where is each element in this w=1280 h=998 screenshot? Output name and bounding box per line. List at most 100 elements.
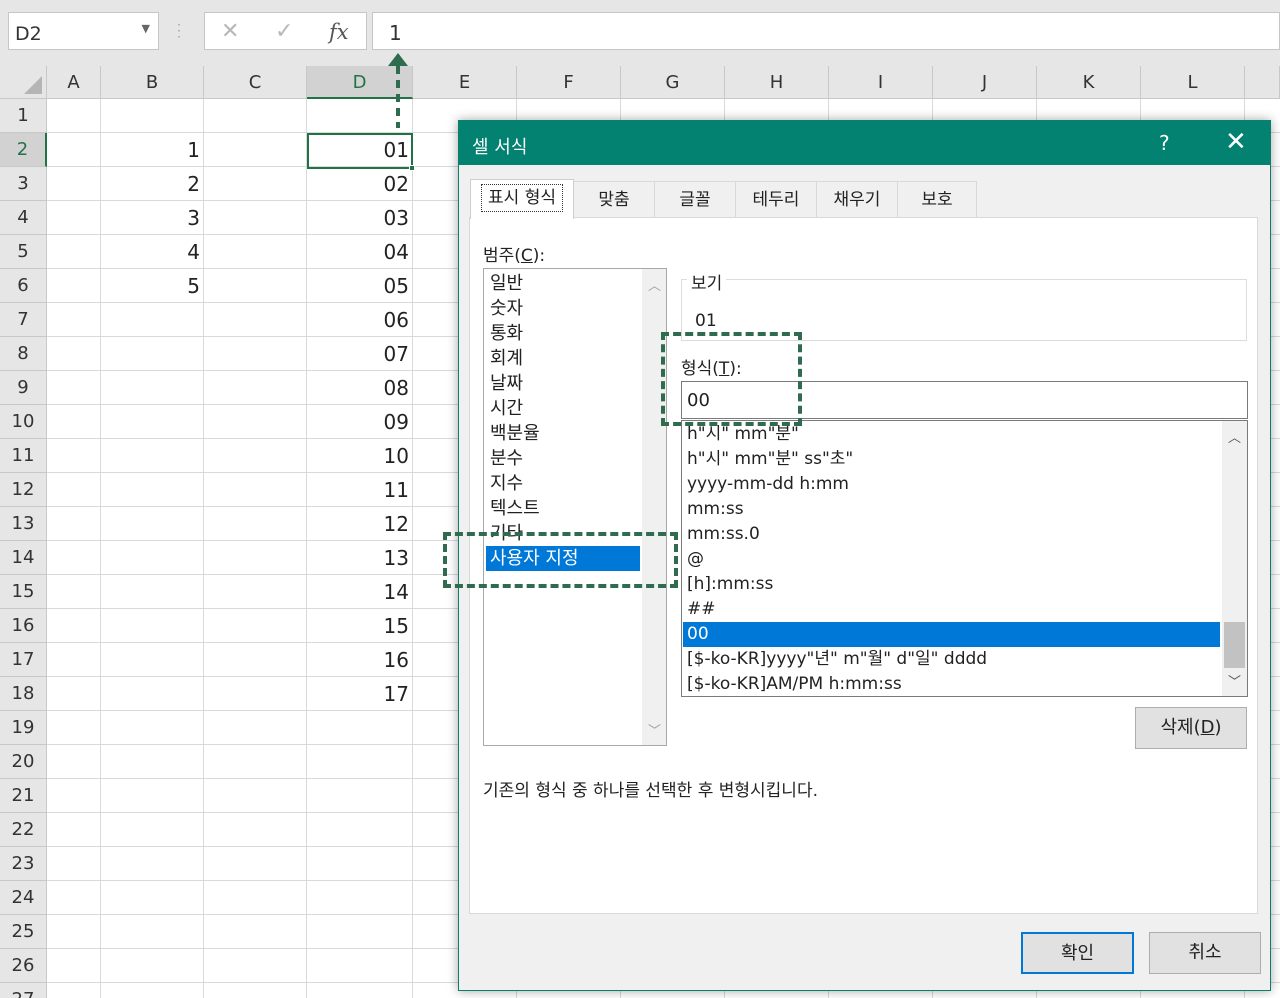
cancel-icon[interactable]: ✕ [221, 19, 239, 44]
more-options-icon[interactable]: · · · [176, 19, 182, 43]
tab-number[interactable]: 표시 형식 [470, 179, 574, 219]
tab-alignment[interactable]: 맞춤 [573, 181, 655, 217]
help-icon[interactable]: ? [1159, 131, 1170, 155]
scroll-up-icon[interactable]: ︿ [648, 275, 661, 294]
cell-d17[interactable]: 16 [307, 643, 413, 677]
column-header-overflow[interactable] [1245, 66, 1280, 99]
format-scrollbar[interactable]: ︿ ﹀ [1222, 421, 1247, 696]
row-header-4[interactable]: 4 [0, 201, 47, 235]
check-icon[interactable]: ✓ [275, 19, 293, 44]
row-header-20[interactable]: 20 [0, 745, 47, 779]
cell-b6[interactable]: 5 [101, 269, 204, 303]
column-header-j[interactable]: J [933, 66, 1037, 99]
delete-button[interactable]: 삭제(D) [1135, 707, 1247, 749]
category-item[interactable]: 텍스트 [486, 496, 640, 521]
fill-handle[interactable] [409, 165, 415, 171]
format-item[interactable]: [$-ko-KR]AM/PM h:mm:ss [683, 672, 1220, 696]
format-item[interactable]: @ [683, 547, 1220, 572]
column-header-f[interactable]: F [517, 66, 621, 99]
category-list[interactable]: 일반 숫자 통화 회계 날짜 시간 백분율 분수 지수 텍스트 기타 사용자 지정 ︿ ﹀ [483, 268, 667, 746]
category-item[interactable]: 날짜 [486, 371, 640, 396]
cell-d13[interactable]: 12 [307, 507, 413, 541]
row-header-2[interactable]: 2 [0, 133, 47, 167]
name-box[interactable]: D2 ▼ [8, 12, 159, 50]
tab-border[interactable]: 테두리 [735, 181, 817, 217]
cell-d8[interactable]: 07 [307, 337, 413, 371]
scroll-down-icon[interactable]: ﹀ [648, 720, 661, 739]
cell-b2[interactable]: 1 [101, 133, 204, 167]
tab-protection[interactable]: 보호 [897, 181, 977, 217]
row-header-22[interactable]: 22 [0, 813, 47, 847]
row-header-27[interactable]: 27 [0, 983, 47, 998]
row-header-18[interactable]: 18 [0, 677, 47, 711]
row-header-26[interactable]: 26 [0, 949, 47, 983]
row-header-23[interactable]: 23 [0, 847, 47, 881]
cell-b3[interactable]: 2 [101, 167, 204, 201]
formula-input[interactable]: 1 [372, 12, 1280, 50]
column-header-i[interactable]: I [829, 66, 933, 99]
row-header-5[interactable]: 5 [0, 235, 47, 269]
format-item[interactable]: ## [683, 597, 1220, 622]
row-header-13[interactable]: 13 [0, 507, 47, 541]
cell-d4[interactable]: 03 [307, 201, 413, 235]
row-header-7[interactable]: 7 [0, 303, 47, 337]
cancel-button[interactable]: 취소 [1149, 932, 1261, 974]
row-header-19[interactable]: 19 [0, 711, 47, 745]
column-header-c[interactable]: C [204, 66, 307, 99]
insert-function-icon[interactable]: fx [329, 20, 349, 44]
scrollbar-thumb[interactable] [1224, 622, 1245, 668]
row-header-16[interactable]: 16 [0, 609, 47, 643]
scroll-up-icon[interactable]: ︿ [1228, 427, 1241, 446]
row-header-25[interactable]: 25 [0, 915, 47, 949]
cell-d10[interactable]: 09 [307, 405, 413, 439]
column-header-b[interactable]: B [101, 66, 204, 99]
tab-font[interactable]: 글꼴 [654, 181, 736, 217]
cell-d9[interactable]: 08 [307, 371, 413, 405]
row-header-15[interactable]: 15 [0, 575, 47, 609]
row-header-9[interactable]: 9 [0, 371, 47, 405]
cell-d5[interactable]: 04 [307, 235, 413, 269]
row-header-14[interactable]: 14 [0, 541, 47, 575]
row-header-1[interactable]: 1 [0, 99, 47, 133]
cell-d14[interactable]: 13 [307, 541, 413, 575]
format-item[interactable]: mm:ss.0 [683, 522, 1220, 547]
format-item[interactable]: 00 [683, 622, 1220, 647]
row-header-24[interactable]: 24 [0, 881, 47, 915]
format-item[interactable]: mm:ss [683, 497, 1220, 522]
category-item[interactable]: 시간 [486, 396, 640, 421]
cell-d16[interactable]: 15 [307, 609, 413, 643]
cell-d15[interactable]: 14 [307, 575, 413, 609]
category-item[interactable]: 분수 [486, 446, 640, 471]
category-item[interactable]: 숫자 [486, 296, 640, 321]
row-header-3[interactable]: 3 [0, 167, 47, 201]
category-item[interactable]: 통화 [486, 321, 640, 346]
format-item[interactable]: h"시" mm"분" ss"초" [683, 447, 1220, 472]
column-header-e[interactable]: E [413, 66, 517, 99]
row-header-6[interactable]: 6 [0, 269, 47, 303]
row-header-11[interactable]: 11 [0, 439, 47, 473]
column-header-g[interactable]: G [621, 66, 725, 99]
category-item[interactable]: 백분율 [486, 421, 640, 446]
cell-d11[interactable]: 10 [307, 439, 413, 473]
cell-d18[interactable]: 17 [307, 677, 413, 711]
column-header-a[interactable]: A [47, 66, 101, 99]
row-header-17[interactable]: 17 [0, 643, 47, 677]
column-header-k[interactable]: K [1037, 66, 1141, 99]
category-item[interactable]: 일반 [486, 271, 640, 296]
format-item[interactable]: yyyy-mm-dd h:mm [683, 472, 1220, 497]
format-item[interactable]: [$-ko-KR]yyyy"년" m"월" d"일" dddd [683, 647, 1220, 672]
format-list[interactable]: h"시" mm"분" h"시" mm"분" ss"초" yyyy-mm-dd h:m… [681, 420, 1248, 697]
cell-b5[interactable]: 4 [101, 235, 204, 269]
cell-d12[interactable]: 11 [307, 473, 413, 507]
cell-b4[interactable]: 3 [101, 201, 204, 235]
format-item[interactable]: [h]:mm:ss [683, 572, 1220, 597]
row-header-10[interactable]: 10 [0, 405, 47, 439]
column-header-h[interactable]: H [725, 66, 829, 99]
close-icon[interactable]: ✕ [1225, 127, 1247, 157]
cell-d6[interactable]: 05 [307, 269, 413, 303]
row-header-21[interactable]: 21 [0, 779, 47, 813]
row-header-8[interactable]: 8 [0, 337, 47, 371]
cell-d3[interactable]: 02 [307, 167, 413, 201]
scroll-down-icon[interactable]: ﹀ [1228, 671, 1241, 690]
cell-d7[interactable]: 06 [307, 303, 413, 337]
